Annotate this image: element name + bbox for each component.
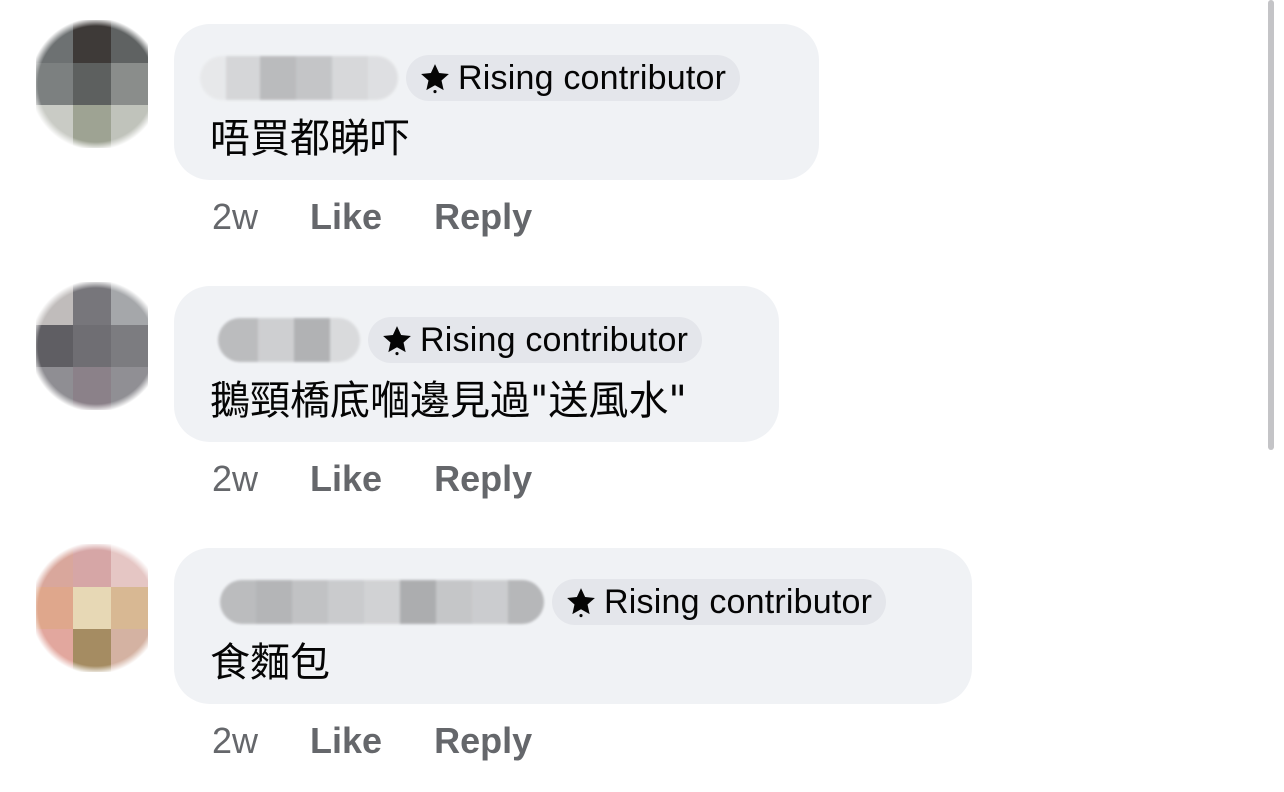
star-icon [421,64,449,94]
reply-button[interactable]: Reply [434,458,532,500]
timestamp[interactable]: 2w [212,458,258,500]
reply-button[interactable]: Reply [434,720,532,762]
comment-text: 食麵包 [210,640,330,686]
comment-actions: 2w Like Reply [212,458,532,500]
author-name-redacted[interactable] [200,56,398,100]
comment: Rising contributor 鵝頸橋底嗰邊見過"送風水" 2w Like… [0,262,1200,524]
rising-contributor-badge[interactable]: Rising contributor [368,317,703,363]
star-icon [383,326,411,356]
badge-label: Rising contributor [458,58,727,97]
author-name-redacted[interactable] [220,580,544,624]
avatar[interactable] [36,20,148,148]
scrollbar[interactable] [1268,0,1274,450]
author-row: Rising contributor [200,54,741,102]
author-row: Rising contributor [218,316,703,364]
comment: Rising contributor 唔買都睇吓 2w Like Reply [0,0,1200,262]
author-name-redacted[interactable] [218,318,360,362]
comment-bubble: Rising contributor 唔買都睇吓 [174,24,819,180]
comment-actions: 2w Like Reply [212,196,532,238]
comment-bubble: Rising contributor 鵝頸橋底嗰邊見過"送風水" [174,286,779,442]
comment-text: 唔買都睇吓 [210,116,410,162]
comment-text: 鵝頸橋底嗰邊見過"送風水" [210,378,687,424]
avatar[interactable] [36,544,148,672]
comments-section: Rising contributor 唔買都睇吓 2w Like Reply R… [0,0,1284,792]
star-icon [567,588,595,618]
timestamp[interactable]: 2w [212,720,258,762]
like-button[interactable]: Like [310,720,382,762]
rising-contributor-badge[interactable]: Rising contributor [406,55,741,101]
comment: Rising contributor 食麵包 2w Like Reply [0,524,1200,786]
comment-bubble: Rising contributor 食麵包 [174,548,972,704]
comment-actions: 2w Like Reply [212,720,532,762]
badge-label: Rising contributor [604,582,873,621]
author-row: Rising contributor [220,578,887,626]
like-button[interactable]: Like [310,196,382,238]
timestamp[interactable]: 2w [212,196,258,238]
reply-button[interactable]: Reply [434,196,532,238]
like-button[interactable]: Like [310,458,382,500]
avatar[interactable] [36,282,148,410]
badge-label: Rising contributor [420,320,689,359]
rising-contributor-badge[interactable]: Rising contributor [552,579,887,625]
